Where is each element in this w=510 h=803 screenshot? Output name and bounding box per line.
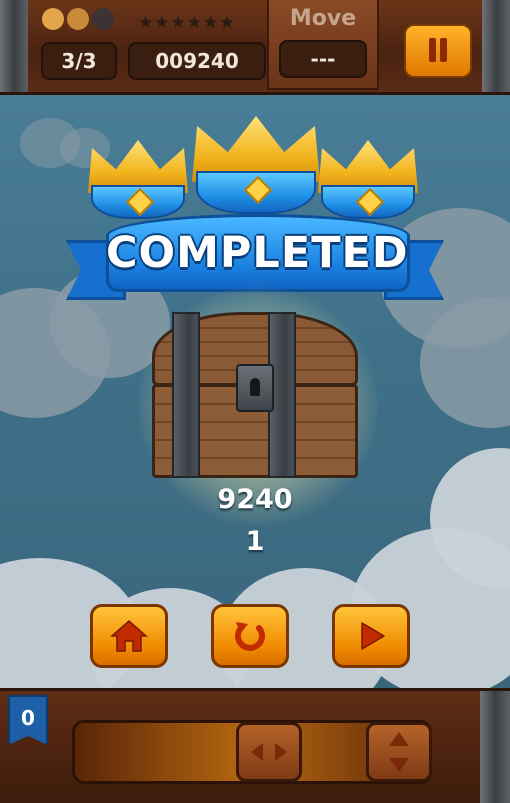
metal-corner	[0, 0, 28, 92]
move-label: Move	[289, 6, 357, 31]
stars-earned: 1	[245, 526, 265, 557]
next-button[interactable]	[332, 604, 410, 668]
pause-icon	[440, 38, 447, 62]
counter-value: 0	[21, 706, 35, 730]
pause-button[interactable]	[404, 24, 472, 78]
pet-icon	[92, 8, 114, 30]
replay-button[interactable]	[211, 604, 289, 668]
move-board: Move ---	[267, 0, 379, 90]
completed-ribbon: COMPLETED	[66, 206, 444, 300]
top-bar: ★★★★★★ 3/3 009240 Move ---	[0, 0, 510, 95]
completed-title: COMPLETED	[106, 228, 409, 278]
metal-corner	[482, 0, 510, 92]
lock-icon	[236, 364, 274, 412]
lives-counter: 3/3	[41, 42, 117, 80]
horizontal-move-button[interactable]	[236, 722, 302, 782]
final-score: 9240	[217, 484, 293, 515]
vertical-move-button[interactable]	[366, 722, 432, 782]
home-button[interactable]	[90, 604, 168, 668]
metal-corner	[480, 691, 510, 803]
pet-icon	[67, 8, 89, 30]
vertical-arrows-icon	[389, 732, 409, 772]
treasure-chest-icon	[152, 312, 358, 478]
play-icon	[361, 622, 385, 650]
pet-icon	[42, 8, 64, 30]
replay-icon	[235, 622, 265, 651]
move-value: ---	[279, 40, 367, 78]
pause-icon	[429, 38, 436, 62]
stars-row-icon: ★★★★★★	[138, 13, 236, 33]
horizontal-arrows-icon	[251, 743, 287, 761]
home-icon	[110, 619, 148, 652]
score-counter: 009240	[128, 42, 266, 80]
